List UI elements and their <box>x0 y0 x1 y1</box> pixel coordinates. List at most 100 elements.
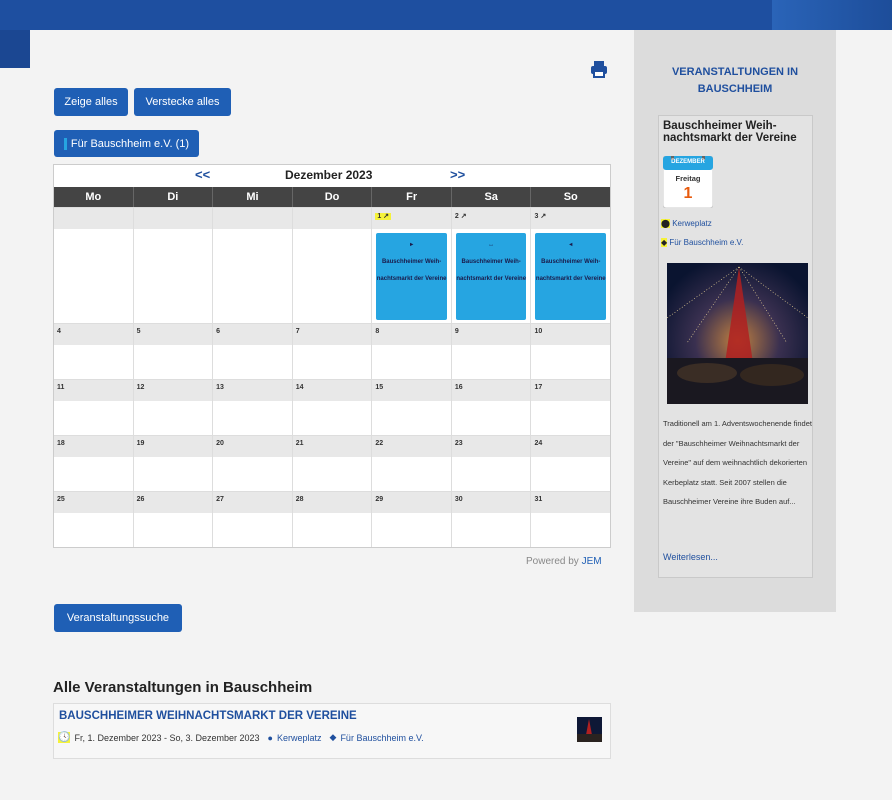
calendar-day[interactable]: 31 <box>530 491 611 547</box>
read-more-link[interactable]: Weiterlesen... <box>663 552 718 562</box>
calendar-day[interactable]: 8 <box>371 323 451 379</box>
day-number: 28 <box>292 492 372 513</box>
calendar-day[interactable]: 13 <box>212 379 292 435</box>
calendar-day[interactable]: 18 <box>54 435 133 491</box>
weekday-label: Mi <box>212 187 292 207</box>
prev-month-link[interactable]: << <box>195 167 210 182</box>
event-list-date: Fr, 1. Dezember 2023 - So, 3. Dezember 2… <box>74 732 260 743</box>
calendar-day[interactable]: 11 <box>54 379 133 435</box>
calendar-day[interactable]: 14 <box>291 379 372 435</box>
calendar-day[interactable]: 16 <box>450 379 531 435</box>
day-number: 1 ↗ <box>375 213 392 220</box>
featured-event-card: Bauschheimer Weih-nachtsmarkt der Verein… <box>658 115 813 578</box>
day-number: 14 <box>292 380 372 401</box>
featured-event-title[interactable]: Bauschheimer Weih-nachtsmarkt der Verein… <box>663 120 808 144</box>
all-events-heading: Alle Veranstaltungen in Bauschheim <box>53 679 313 696</box>
day-number: 10 <box>531 324 611 345</box>
site-header-bar <box>0 0 892 30</box>
day-number: 30 <box>451 492 531 513</box>
event-photo[interactable] <box>667 263 808 404</box>
day-number: 7 <box>292 324 372 345</box>
day-number: 25 <box>54 492 133 513</box>
day-number: 24 <box>531 436 611 457</box>
next-month-link[interactable]: >> <box>450 167 465 182</box>
day-number: 16 <box>451 380 531 401</box>
calendar-day[interactable]: 15 <box>371 379 451 435</box>
calendar-day[interactable]: 20 <box>212 435 292 491</box>
day-number: 27 <box>213 492 292 513</box>
calendar-day[interactable]: 29 <box>371 491 451 547</box>
calendar-day[interactable]: 19 <box>132 435 213 491</box>
day-number: 4 <box>54 324 133 345</box>
calendar-day[interactable]: 7 <box>291 323 372 379</box>
calendar-day[interactable]: 27 <box>212 491 292 547</box>
calendar-day[interactable]: 1 ↗ ▸ Bauschheimer Weih-nachtsmarkt der V… <box>371 207 451 323</box>
calendar-week: 1 ↗ ▸ Bauschheimer Weih-nachtsmarkt der V… <box>54 207 611 323</box>
calendar-icon-weekday: Freitag <box>675 174 701 183</box>
event-list-category[interactable]: Für Bauschheim e.V. <box>340 733 423 743</box>
calendar-event-title: Bauschheimer Weih-nachtsmarkt der Verein… <box>535 259 606 282</box>
calendar-day[interactable]: 28 <box>291 491 372 547</box>
event-list-item: BAUSCHHEIMER WEIHNACHTSMARKT DER VEREINE… <box>53 703 611 759</box>
calendar-day[interactable]: 4 <box>54 323 133 379</box>
calendar-event[interactable]: ▸ Bauschheimer Weih-nachtsmarkt der Verei… <box>376 233 447 320</box>
tag-icon: ◆ <box>329 732 337 742</box>
show-all-button[interactable]: Zeige alles <box>54 88 128 116</box>
event-list-title[interactable]: BAUSCHHEIMER WEIHNACHTSMARKT DER VEREINE <box>59 710 357 722</box>
calendar-day[interactable]: 5 <box>132 323 213 379</box>
sidebar-title: VERANSTALTUNGEN IN BAUSCHHEIM <box>634 64 836 98</box>
day-number: 26 <box>133 492 213 513</box>
map-pin-icon: ⬤ <box>661 219 670 228</box>
calendar-day[interactable]: 30 <box>450 491 531 547</box>
calendar-day[interactable]: 17 <box>530 379 611 435</box>
category-color-marker <box>63 137 67 150</box>
calendar-day[interactable]: 23 <box>450 435 531 491</box>
calendar-day[interactable]: 25 <box>54 491 133 547</box>
calendar-day[interactable]: 9 <box>450 323 531 379</box>
jem-link[interactable]: JEM <box>582 556 602 567</box>
calendar-week: 25 26 27 28 29 30 31 <box>54 491 611 547</box>
calendar-day-empty <box>291 207 372 323</box>
day-number: 12 <box>133 380 213 401</box>
calendar-day[interactable]: 21 <box>291 435 372 491</box>
calendar-day[interactable]: 26 <box>132 491 213 547</box>
day-number: 9 <box>451 324 531 345</box>
sidebar-category-link[interactable]: Für Bauschheim e.V. <box>669 238 743 247</box>
day-number: 15 <box>372 380 451 401</box>
calendar-month-title: Dezember 2023 <box>285 168 373 182</box>
calendar-day[interactable]: 22 <box>371 435 451 491</box>
calendar-day[interactable]: 2 ↗ ↔ Bauschheimer Weih-nachtsmarkt der V… <box>450 207 531 323</box>
event-search-button[interactable]: Veranstaltungssuche <box>54 604 182 632</box>
weekday-label: Do <box>291 187 372 207</box>
print-icon[interactable] <box>590 60 608 78</box>
category-filter-button[interactable]: Für Bauschheim e.V. (1) <box>54 130 199 157</box>
calendar-day[interactable]: 10 <box>530 323 611 379</box>
calendar-day[interactable]: 12 <box>132 379 213 435</box>
weekday-label: Di <box>132 187 213 207</box>
calendar-day[interactable]: 24 <box>530 435 611 491</box>
sidebar-title-text: VERANSTALTUNGEN IN BAUSCHHEIM <box>671 66 799 95</box>
calendar-header: << Dezember 2023 >> <box>54 165 610 187</box>
calendar-event[interactable]: ◂ Bauschheimer Weih-nachtsmarkt der Verei… <box>535 233 607 320</box>
day-number: 20 <box>213 436 292 457</box>
calendar-day-empty <box>54 207 133 323</box>
calendar-week: 4 5 6 7 8 9 10 <box>54 323 611 379</box>
sidebar-venue-link[interactable]: Kerweplatz <box>672 219 712 228</box>
calendar-day[interactable]: 3 ↗ ◂ Bauschheimer Weih-nachtsmarkt der V… <box>530 207 611 323</box>
day-number: 11 <box>54 380 133 401</box>
featured-event-description: Traditionell am 1. Adventswochenende fin… <box>663 419 812 506</box>
calendar-event[interactable]: ↔ Bauschheimer Weih-nachtsmarkt der Verei… <box>455 233 527 320</box>
hide-all-button[interactable]: Verstecke alles <box>134 88 231 116</box>
event-thumbnail[interactable] <box>577 717 602 742</box>
weekday-label: Fr <box>371 187 451 207</box>
event-list-venue[interactable]: Kerweplatz <box>277 733 322 743</box>
sidebar-category[interactable]: ◆ Für Bauschheim e.V. <box>661 238 743 247</box>
weekday-label: Sa <box>450 187 531 207</box>
clock-icon: 🕓 <box>58 732 71 743</box>
calendar-day[interactable]: 6 <box>212 323 292 379</box>
weekday-label: So <box>530 187 611 207</box>
header-accent <box>772 0 892 30</box>
day-number: 19 <box>133 436 213 457</box>
sidebar-venue[interactable]: ⬤ Kerweplatz <box>661 219 712 228</box>
day-number: 2 ↗ <box>454 213 467 220</box>
